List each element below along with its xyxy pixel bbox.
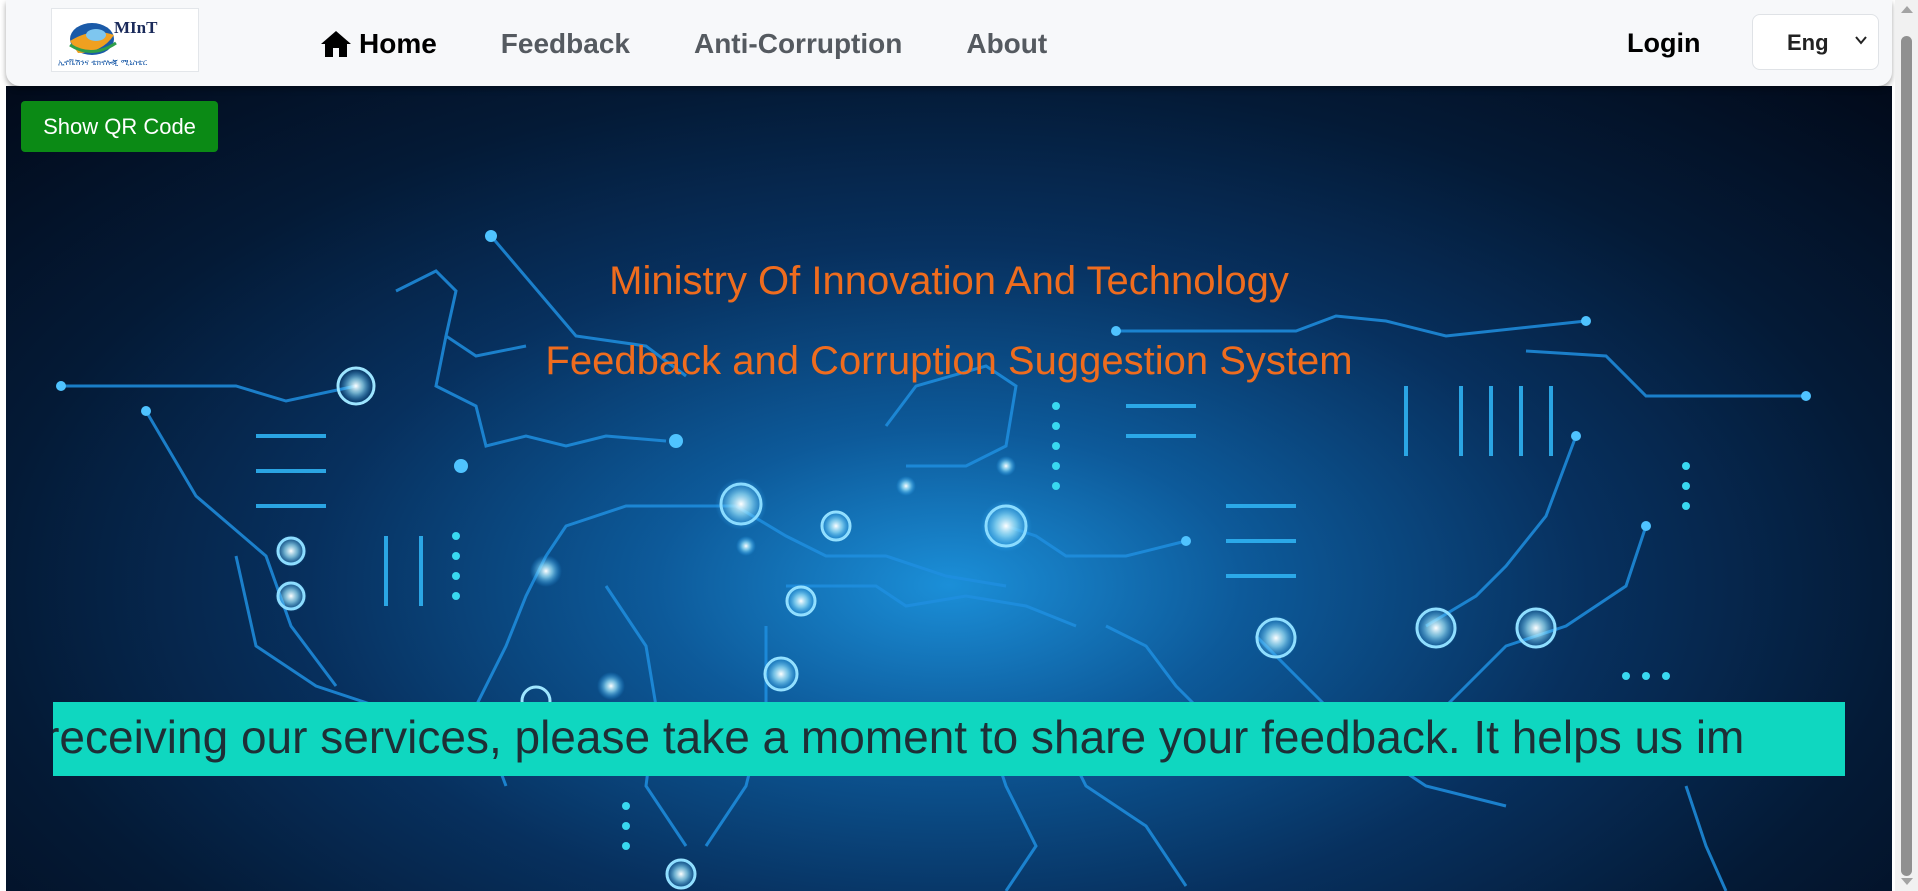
show-qr-code-button[interactable]: Show QR Code (21, 101, 218, 152)
scroll-thumb[interactable] (1901, 36, 1912, 876)
language-select[interactable]: Eng (1752, 14, 1879, 70)
logo-text: MInT (114, 18, 158, 37)
scroll-down-arrow-icon[interactable] (1901, 878, 1913, 885)
login-link[interactable]: Login (1627, 28, 1700, 59)
logo-subtext: ኢኖቬሽንና ቴክኖሎጂ ሚኒስቴር (58, 58, 148, 67)
nav-feedback[interactable]: Feedback (501, 28, 630, 60)
mint-logo[interactable]: MInT ኢኖቬሽንና ቴክኖሎጂ ሚኒስቴር (51, 8, 199, 72)
page-scrollbar[interactable] (1895, 0, 1918, 891)
feedback-ticker: r receiving our services, please take a … (53, 702, 1845, 776)
scroll-up-arrow-icon[interactable] (1901, 6, 1913, 13)
nav-about[interactable]: About (966, 28, 1047, 60)
nav-home[interactable]: Home (320, 28, 437, 60)
ticker-text: r receiving our services, please take a … (53, 711, 1745, 763)
hero-title: Ministry Of Innovation And Technology (609, 259, 1289, 303)
main-nav: Home Feedback Anti-Corruption About (320, 24, 1111, 64)
logo-graphic: MInT ኢኖቬሽንና ቴክኖሎጂ ሚኒስቴር (58, 18, 158, 67)
nav-home-label: Home (359, 28, 437, 59)
nav-anti-corruption[interactable]: Anti-Corruption (694, 28, 902, 60)
chevron-down-icon (1855, 36, 1867, 45)
home-icon (321, 31, 351, 57)
top-navbar: MInT ኢኖቬሽንና ቴክኖሎጂ ሚኒስቴር Home Feedback An… (6, 0, 1892, 86)
language-value: Eng (1787, 30, 1829, 55)
hero-subtitle: Feedback and Corruption Suggestion Syste… (545, 339, 1353, 383)
